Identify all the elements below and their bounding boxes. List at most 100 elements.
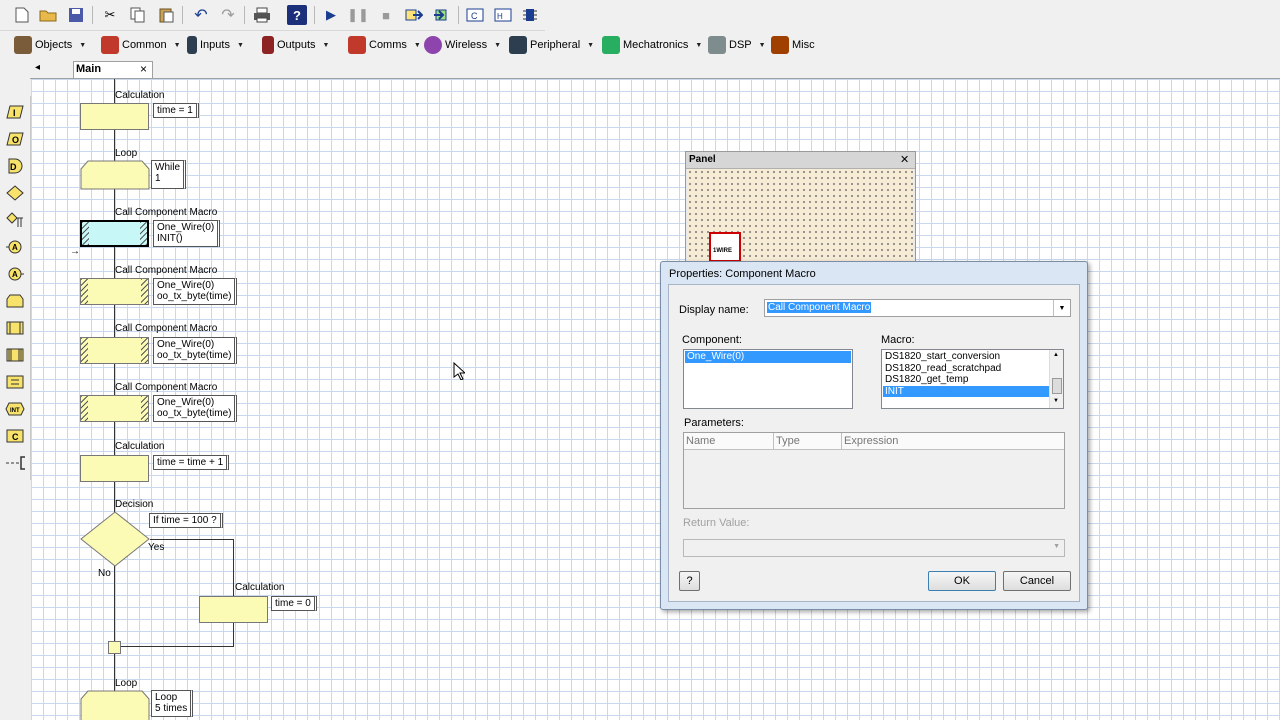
chevron-down-icon[interactable]: ▼ xyxy=(1053,300,1070,316)
component-item[interactable]: One_Wire(0) xyxy=(685,351,851,363)
category-comms[interactable]: Comms ▼ xyxy=(348,35,421,55)
chevron-down-icon: ▼ xyxy=(322,41,330,49)
flow-line xyxy=(150,539,234,540)
undo-icon[interactable]: ↶ xyxy=(191,5,211,25)
cancel-button[interactable]: Cancel xyxy=(1003,571,1071,591)
component-macro-block-selected[interactable] xyxy=(80,220,149,247)
category-objects[interactable]: Objects ▼ xyxy=(14,35,86,55)
step-into-icon[interactable] xyxy=(404,5,424,25)
category-dsp[interactable]: DSP ▼ xyxy=(708,35,766,55)
open-folder-icon[interactable] xyxy=(38,5,58,25)
category-peripheral[interactable]: Peripheral ▼ xyxy=(509,35,594,55)
goto-point-a-icon[interactable]: A xyxy=(5,265,25,283)
loop-block[interactable] xyxy=(80,690,150,720)
component-macro-icon[interactable] xyxy=(5,346,25,364)
scroll-up-icon[interactable]: ▲ xyxy=(1053,352,1059,358)
input-icon[interactable]: I xyxy=(5,103,25,121)
chevron-down-icon[interactable]: ▼ xyxy=(1053,543,1060,550)
compile-c-icon[interactable]: C xyxy=(465,5,485,25)
misc-icon xyxy=(771,36,789,54)
step-over-icon[interactable] xyxy=(432,5,452,25)
pause-icon[interactable]: ❚❚ xyxy=(347,5,369,25)
macro-icon[interactable] xyxy=(5,319,25,337)
ok-button[interactable]: OK xyxy=(928,571,996,591)
macro-item[interactable]: DS1820_get_temp xyxy=(883,374,1049,386)
connection-point-a-icon[interactable]: A xyxy=(5,238,25,256)
junction-node xyxy=(108,641,121,654)
chevron-down-icon: ▼ xyxy=(587,41,595,49)
component-listbox[interactable]: One_Wire(0) xyxy=(683,349,853,409)
switch-icon[interactable] xyxy=(5,211,25,229)
compile-chip-icon[interactable] xyxy=(520,5,540,25)
component-macro-block[interactable] xyxy=(80,337,149,364)
scroll-down-icon[interactable]: ▼ xyxy=(1053,398,1059,404)
new-file-icon[interactable] xyxy=(12,5,32,25)
close-icon[interactable]: ✕ xyxy=(900,153,909,166)
paste-icon[interactable] xyxy=(156,5,176,25)
calc2-title: Calculation xyxy=(115,441,165,452)
calculation-block[interactable] xyxy=(80,455,149,482)
decision-block[interactable] xyxy=(79,511,151,567)
help-icon[interactable]: ? xyxy=(287,5,307,25)
macro-item[interactable]: DS1820_start_conversion xyxy=(883,351,1049,363)
stop-icon[interactable]: ■ xyxy=(376,5,396,25)
compile-hex-icon[interactable]: H xyxy=(493,5,513,25)
decision-icon[interactable] xyxy=(5,184,25,202)
column-type[interactable]: Type xyxy=(776,435,800,447)
macro-scrollbar[interactable]: ▲ ▼ xyxy=(1049,350,1063,408)
category-common[interactable]: Common ▼ xyxy=(101,35,181,55)
macro-listbox[interactable]: DS1820_start_conversion DS1820_read_scra… xyxy=(881,349,1064,409)
parameters-table[interactable]: Name Type Expression xyxy=(683,432,1065,509)
interrupt-icon[interactable]: INT xyxy=(5,400,25,418)
c-code-icon[interactable]: C xyxy=(5,427,25,445)
flowchart-canvas[interactable]: Calculation time = 1 Loop While 1 Call Co… xyxy=(31,79,1280,720)
macro-label: Macro: xyxy=(881,334,915,346)
category-misc[interactable]: Misc xyxy=(771,35,815,55)
run-icon[interactable]: ▶ xyxy=(321,5,341,25)
category-inputs[interactable]: Inputs ▼ xyxy=(187,35,244,55)
macro2-title: Call Component Macro xyxy=(115,265,218,276)
calculation-block[interactable] xyxy=(199,596,268,623)
panel-window[interactable]: Panel ✕ 1WIRE xyxy=(685,151,916,265)
column-name[interactable]: Name xyxy=(686,435,715,447)
save-icon[interactable] xyxy=(66,5,86,25)
redo-icon[interactable]: ↷ xyxy=(218,5,238,25)
print-icon[interactable] xyxy=(252,5,272,25)
tab-nav-left-icon[interactable]: ◂ xyxy=(35,62,40,73)
svg-text:A: A xyxy=(12,270,18,279)
calc3-note: time = 0 xyxy=(271,596,317,611)
macro3-note: One_Wire(0) oo_tx_byte(time) xyxy=(153,337,238,364)
panel-area[interactable]: 1WIRE xyxy=(687,169,914,264)
component-macro-block[interactable] xyxy=(80,395,149,422)
delay-icon[interactable]: D xyxy=(5,157,25,175)
loop-icon[interactable] xyxy=(5,292,25,310)
svg-text:C: C xyxy=(471,11,478,21)
category-outputs[interactable]: Outputs ▼ xyxy=(262,35,329,55)
output-icon[interactable]: O xyxy=(5,130,25,148)
comment-icon[interactable] xyxy=(5,454,25,472)
column-expression[interactable]: Expression xyxy=(844,435,898,447)
category-wireless[interactable]: Wireless ▼ xyxy=(424,35,501,55)
macro-item-selected[interactable]: INIT xyxy=(883,385,1049,397)
loop-block[interactable] xyxy=(80,160,150,190)
one-wire-component[interactable]: 1WIRE xyxy=(709,232,741,262)
parameters-header: Name Type Expression xyxy=(684,433,1064,450)
component-macro-block[interactable] xyxy=(80,278,149,305)
category-mechatronics[interactable]: Mechatronics ▼ xyxy=(602,35,702,55)
macro-item[interactable]: DS1820_read_scratchpad xyxy=(883,363,1049,375)
copy-icon[interactable] xyxy=(128,5,148,25)
cut-icon[interactable]: ✂ xyxy=(100,5,120,25)
calculation-icon[interactable] xyxy=(5,373,25,391)
calc2-note: time = time + 1 xyxy=(153,455,230,470)
calculation-block[interactable] xyxy=(80,103,149,130)
main-toolbar: ✂ ↶ ↷ ? ▶ ❚❚ ■ C H xyxy=(0,0,545,31)
panel-titlebar[interactable]: Panel ✕ xyxy=(686,152,915,169)
display-name-combobox[interactable]: Call Component Macro ▼ xyxy=(764,299,1071,317)
help-button[interactable]: ? xyxy=(679,571,700,591)
macro4-title: Call Component Macro xyxy=(115,382,218,393)
return-value-field[interactable]: ▼ xyxy=(683,539,1065,557)
chevron-down-icon: ▼ xyxy=(758,41,766,49)
close-icon[interactable]: × xyxy=(140,62,147,76)
scrollbar-thumb[interactable] xyxy=(1052,378,1062,394)
tab-main[interactable]: Main × xyxy=(73,61,153,78)
